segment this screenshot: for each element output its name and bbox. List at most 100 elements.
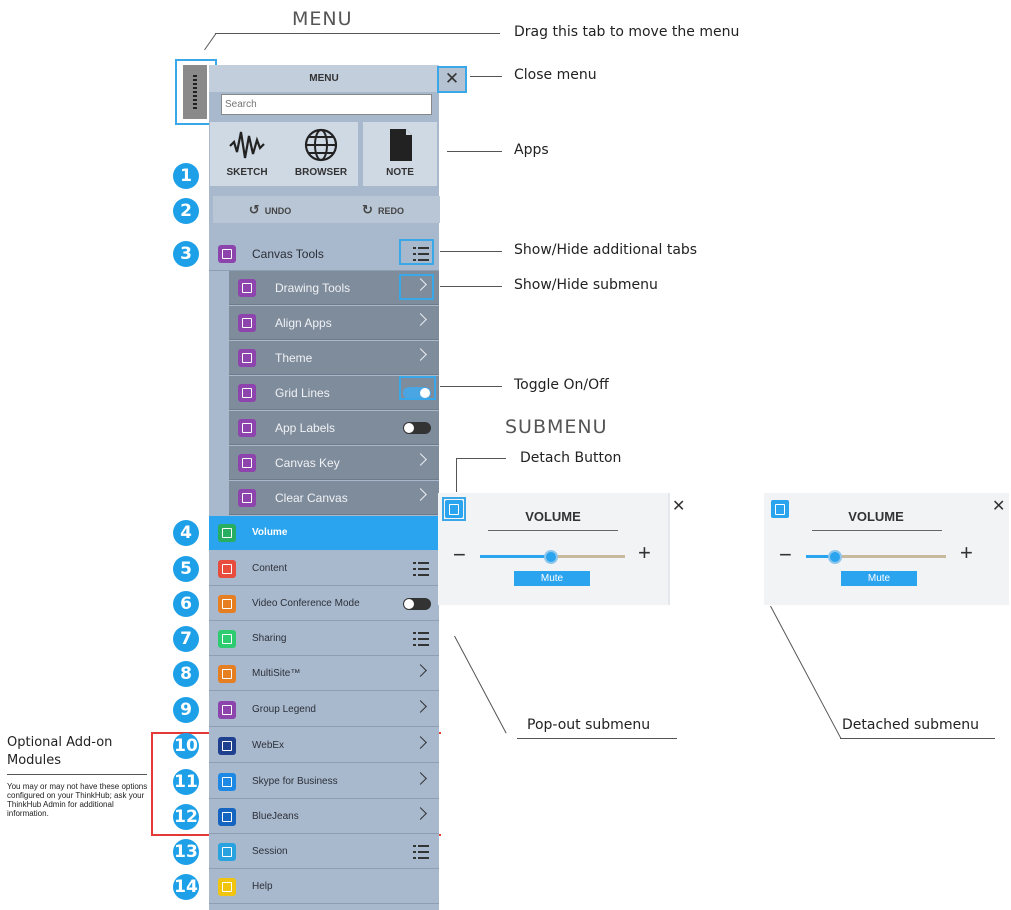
chevron-right-icon[interactable] — [414, 736, 427, 749]
mute-button[interactable]: Mute — [514, 571, 590, 586]
menu-item-label: Video Conference Mode — [252, 598, 360, 609]
slider-thumb[interactable] — [828, 550, 842, 564]
mute-button[interactable]: Mute — [841, 571, 917, 586]
number-badge: 3 — [173, 241, 199, 267]
menu-item-label: Canvas Tools — [252, 247, 324, 261]
detached-volume-title: VOLUME — [848, 509, 904, 524]
number-badge: 14 — [173, 874, 199, 900]
list-icon[interactable] — [413, 562, 429, 576]
menu-item-label: Help — [252, 881, 273, 892]
menu-item-skype-for-business[interactable]: Skype for Business — [209, 765, 439, 799]
menu-item-app-labels[interactable]: App Labels — [229, 411, 439, 445]
menu-item-sharing[interactable]: Sharing — [209, 622, 439, 656]
list-icon[interactable] — [413, 632, 429, 646]
close-icon[interactable]: ✕ — [672, 496, 685, 516]
detach-button[interactable] — [771, 500, 789, 518]
chevron-right-icon[interactable] — [414, 664, 427, 677]
undo-icon: ↺ — [248, 202, 260, 217]
callout-close: Close menu — [514, 67, 597, 83]
menu-item-icon — [218, 773, 236, 791]
menu-item-icon — [238, 454, 256, 472]
menu-item-label: Volume — [252, 527, 288, 538]
menu-item-theme[interactable]: Theme — [229, 341, 439, 375]
number-badge: 7 — [173, 626, 199, 652]
callout-detach: Detach Button — [520, 450, 622, 466]
note-icon — [390, 129, 412, 161]
menu-item-icon — [218, 701, 236, 719]
menu-item-label: Drawing Tools — [275, 281, 351, 295]
menu-item-icon — [238, 419, 256, 437]
app-note-label: NOTE — [386, 167, 414, 178]
menu-item-icon — [238, 279, 256, 297]
callout-detached: Detached submenu — [842, 717, 980, 733]
callout-apps: Apps — [514, 142, 549, 158]
popout-volume-submenu: VOLUME ✕ − + Mute — [438, 493, 685, 605]
menu-item-label: Sharing — [252, 633, 287, 644]
menu-item-help[interactable]: Help — [209, 870, 439, 904]
menu-item-icon — [218, 737, 236, 755]
number-badge: 8 — [173, 661, 199, 687]
volume-slider[interactable] — [480, 550, 625, 564]
chevron-right-icon[interactable] — [414, 772, 427, 785]
slider-thumb[interactable] — [543, 550, 558, 564]
number-badge: 5 — [173, 556, 199, 582]
app-browser-label: BROWSER — [294, 167, 348, 178]
menu-item-video-conference-mode[interactable]: Video Conference Mode — [209, 587, 439, 621]
menu-item-label: Canvas Key — [275, 456, 340, 470]
menu-item-volume[interactable]: Volume — [209, 516, 439, 550]
callout-drag: Drag this tab to move the menu — [514, 24, 740, 40]
search-input[interactable] — [221, 94, 432, 115]
undo-label: UNDO — [264, 206, 292, 216]
menu-item-label: WebEx — [252, 740, 285, 751]
number-badge: 10 — [173, 733, 199, 759]
menu-item-icon — [238, 384, 256, 402]
app-note-button[interactable]: NOTE — [363, 122, 437, 186]
callout-show-submenu: Show/Hide submenu — [514, 277, 658, 293]
toggle-switch[interactable] — [403, 422, 431, 434]
callout-popout: Pop-out submenu — [527, 717, 651, 733]
chevron-right-icon[interactable] — [414, 488, 427, 501]
redo-label: REDO — [377, 206, 404, 216]
menu-item-label: Group Legend — [252, 704, 316, 715]
number-badge: 4 — [173, 520, 199, 546]
menu-item-label: Grid Lines — [275, 386, 330, 400]
volume-slider[interactable] — [806, 550, 946, 564]
app-sketch-label: SKETCH — [226, 167, 268, 178]
app-sketch-button[interactable]: SKETCH — [210, 122, 284, 186]
menu-item-icon — [218, 560, 236, 578]
toggle-switch[interactable] — [403, 598, 431, 610]
chevron-right-icon[interactable] — [414, 348, 427, 361]
menu-item-bluejeans[interactable]: BlueJeans — [209, 800, 439, 834]
list-icon[interactable] — [413, 845, 429, 859]
menu-item-webex[interactable]: WebEx — [209, 729, 439, 763]
chevron-right-icon[interactable] — [414, 313, 427, 326]
menu-item-canvas-key[interactable]: Canvas Key — [229, 446, 439, 480]
chevron-right-icon[interactable] — [414, 453, 427, 466]
chevron-right-icon[interactable] — [414, 700, 427, 713]
detach-icon — [775, 504, 785, 515]
menu-item-icon — [218, 808, 236, 826]
menu-item-label: App Labels — [275, 421, 336, 435]
menu-item-align-apps[interactable]: Align Apps — [229, 306, 439, 340]
menu-item-label: Clear Canvas — [275, 491, 348, 505]
menu-item-icon — [218, 245, 236, 263]
menu-item-multisite[interactable]: MultiSite™ — [209, 657, 439, 691]
number-badge: 6 — [173, 591, 199, 617]
menu-item-icon — [218, 595, 236, 613]
menu-item-content[interactable]: Content — [209, 552, 439, 586]
undo-button[interactable]: ↺ UNDO — [213, 196, 327, 223]
close-menu-button[interactable]: ✕ — [437, 66, 467, 93]
volume-decrease-button[interactable]: − — [453, 542, 466, 568]
chevron-right-icon[interactable] — [414, 807, 427, 820]
menu-item-session[interactable]: Session — [209, 835, 439, 869]
volume-increase-button[interactable]: + — [638, 540, 651, 566]
menu-item-group-legend[interactable]: Group Legend — [209, 693, 439, 727]
close-icon[interactable]: ✕ — [992, 496, 1005, 516]
volume-increase-button[interactable]: + — [960, 540, 973, 566]
menu-item-label: Content — [252, 563, 288, 574]
app-browser-button[interactable]: BROWSER — [284, 122, 358, 186]
menu-item-clear-canvas[interactable]: Clear Canvas — [229, 481, 439, 515]
redo-button[interactable]: ↻ REDO — [326, 196, 440, 223]
volume-decrease-button[interactable]: − — [779, 542, 792, 568]
callout-toggle: Toggle On/Off — [514, 377, 609, 393]
